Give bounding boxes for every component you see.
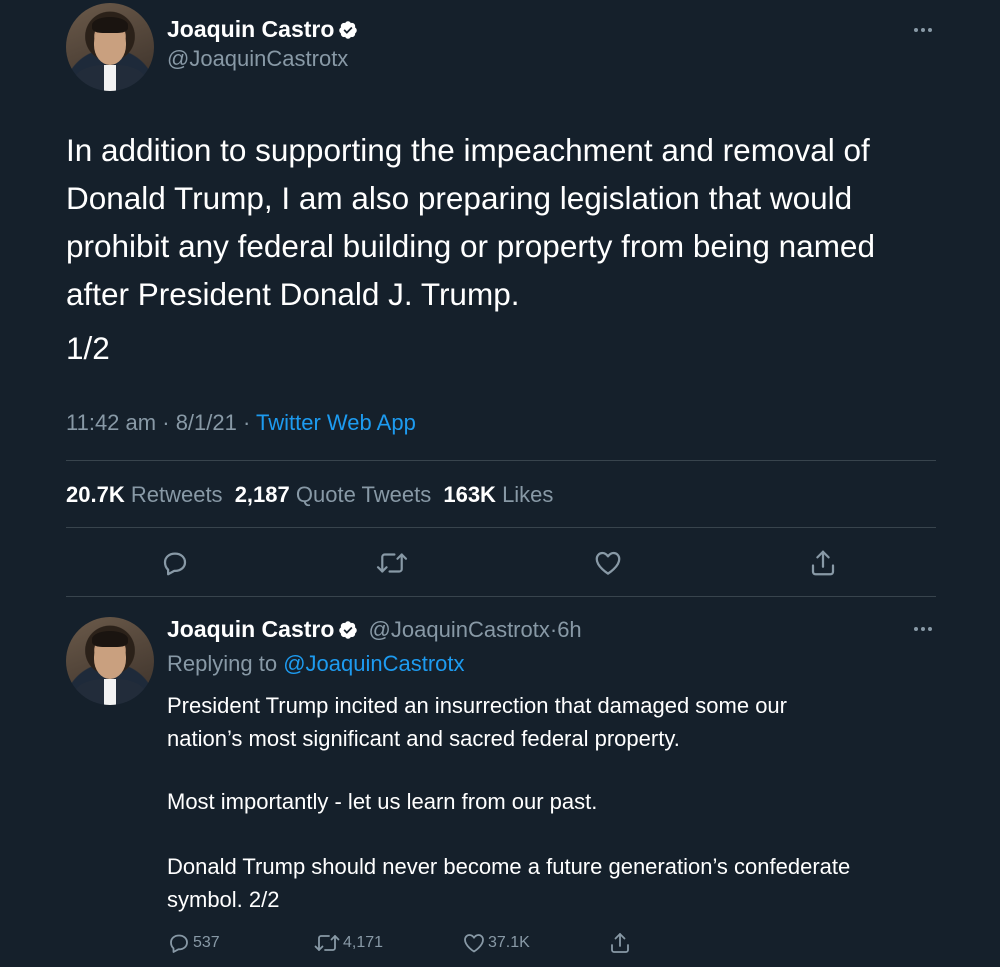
tweet-text: In addition to supporting the impeachmen… xyxy=(66,126,875,318)
author-name[interactable]: Joaquin Castro xyxy=(167,616,334,642)
retweets-label: Retweets xyxy=(130,482,223,507)
reply-text-line: symbol. 2/2 xyxy=(167,887,280,912)
author-name[interactable]: Joaquin Castro xyxy=(167,16,334,42)
reply-count: 537 xyxy=(193,934,220,951)
replying-to: Replying to @JoaquinCastrotx xyxy=(167,651,465,677)
avatar[interactable] xyxy=(66,3,154,91)
divider xyxy=(66,596,936,597)
reply-header: Joaquin Castro @JoaquinCastrotx·6h xyxy=(167,616,582,643)
quotes-count: 2,187 xyxy=(234,482,290,507)
reply-action-replies[interactable]: 537 xyxy=(167,931,220,955)
tweet-source-link[interactable]: Twitter Web App xyxy=(256,410,416,435)
avatar[interactable] xyxy=(66,617,154,705)
divider xyxy=(66,527,936,528)
tweet-stats: 20.7K Retweets 2,187 Quote Tweets 163K L… xyxy=(66,482,553,508)
reply-text-line: Most importantly - let us learn from our… xyxy=(167,789,598,814)
reply-text-line: nation’s most significant and sacred fed… xyxy=(167,726,680,751)
heart-icon xyxy=(462,931,486,955)
like-count: 37.1K xyxy=(488,934,530,951)
retweet-icon[interactable] xyxy=(375,548,409,578)
thread-count: 1/2 xyxy=(66,330,110,366)
reply-icon xyxy=(167,931,191,955)
tweet-age[interactable]: 6h xyxy=(557,617,581,642)
replying-to-label: Replying to xyxy=(167,651,278,676)
author-handle[interactable]: @JoaquinCastrotx xyxy=(167,46,348,72)
meta-separator: · xyxy=(242,410,251,435)
likes-count: 163K xyxy=(443,482,496,507)
retweet-count: 4,171 xyxy=(343,934,384,951)
meta-separator: · xyxy=(162,410,170,435)
verified-badge-icon xyxy=(338,620,358,640)
tweet-text-line: Donald Trump, I am also preparing legisl… xyxy=(66,180,853,216)
divider xyxy=(66,460,936,461)
reply-text: President Trump incited an insurrection … xyxy=(167,689,850,916)
replying-to-handle[interactable]: @JoaquinCastrotx xyxy=(283,651,464,676)
reply-text-line: Donald Trump should never become a futur… xyxy=(167,854,851,879)
share-icon[interactable] xyxy=(808,548,838,578)
author-handle[interactable]: @JoaquinCastrotx xyxy=(369,617,550,642)
more-horizontal-icon[interactable] xyxy=(912,20,934,40)
heart-icon[interactable] xyxy=(593,548,623,578)
reply-icon[interactable] xyxy=(160,548,190,578)
reply-text-line: President Trump incited an insurrection … xyxy=(167,693,787,718)
reply-action-likes[interactable]: 37.1K xyxy=(462,931,530,955)
quotes-label: Quote Tweets xyxy=(295,482,432,507)
tweet-text-line: after President Donald J. Trump. xyxy=(66,276,520,312)
quotes-stat[interactable]: 2,187 Quote Tweets xyxy=(235,482,432,507)
likes-stat[interactable]: 163K Likes xyxy=(443,482,553,507)
tweet-time[interactable]: 11:42 am xyxy=(66,410,156,435)
verified-badge-icon xyxy=(338,20,358,40)
retweet-icon xyxy=(313,931,341,955)
retweets-count: 20.7K xyxy=(66,482,125,507)
share-icon[interactable] xyxy=(608,931,632,955)
author-name-row: Joaquin Castro xyxy=(167,16,358,43)
likes-label: Likes xyxy=(502,482,554,507)
tweet-date[interactable]: 8/1/21 xyxy=(176,410,237,435)
tweet-meta: 11:42 am · 8/1/21 · Twitter Web App xyxy=(66,410,416,436)
tweet-text-line: prohibit any federal building or propert… xyxy=(66,228,875,264)
tweet-text-line: In addition to supporting the impeachmen… xyxy=(66,132,870,168)
more-horizontal-icon[interactable] xyxy=(912,619,934,639)
reply-action-retweets[interactable]: 4,171 xyxy=(313,931,383,955)
retweets-stat[interactable]: 20.7K Retweets xyxy=(66,482,223,507)
